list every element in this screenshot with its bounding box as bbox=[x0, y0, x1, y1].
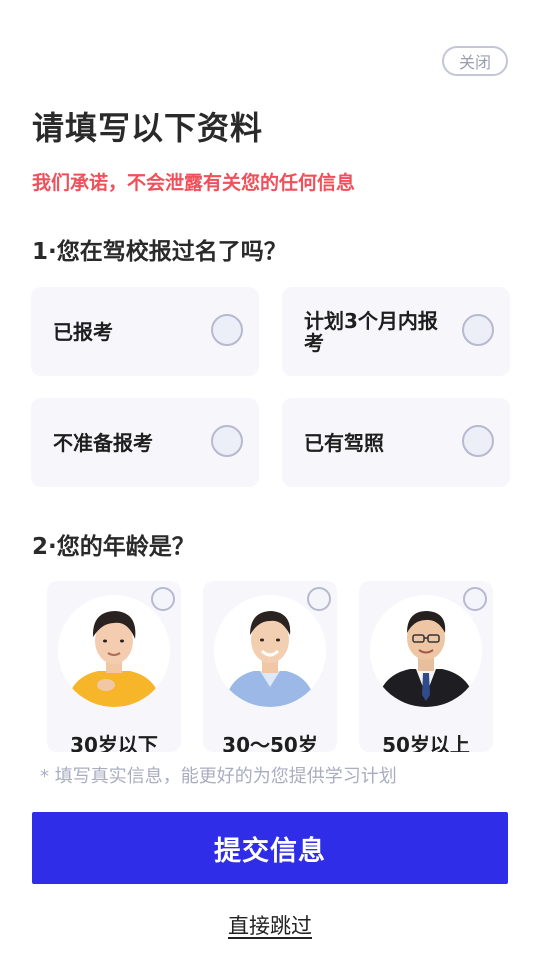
page-title: 请填写以下资料 bbox=[32, 109, 264, 147]
radio-icon[interactable] bbox=[463, 587, 487, 611]
question-2-label: 2·您的年龄是？ bbox=[32, 534, 195, 560]
option-has-license[interactable]: 已有驾照 bbox=[282, 398, 510, 487]
radio-icon[interactable] bbox=[211, 425, 243, 457]
option-label: 已有驾照 bbox=[304, 430, 384, 455]
option-registered[interactable]: 已报考 bbox=[31, 287, 259, 376]
hint-text: * 填写真实信息，能更好的为您提供学习计划 bbox=[40, 766, 397, 787]
age-option-under-30[interactable]: 30岁以下 bbox=[47, 581, 181, 752]
avatar-older-man bbox=[370, 595, 482, 707]
option-label: 不准备报考 bbox=[53, 430, 153, 455]
radio-icon[interactable] bbox=[307, 587, 331, 611]
radio-icon[interactable] bbox=[151, 587, 175, 611]
age-label: 30岁以下 bbox=[70, 733, 158, 752]
skip-link[interactable]: 直接跳过 bbox=[0, 910, 540, 940]
option-not-planning[interactable]: 不准备报考 bbox=[31, 398, 259, 487]
submit-button[interactable]: 提交信息 bbox=[32, 812, 508, 884]
age-option-over-50[interactable]: 50岁以上 bbox=[359, 581, 493, 752]
radio-icon[interactable] bbox=[462, 314, 494, 346]
age-label: 50岁以上 bbox=[382, 733, 470, 752]
close-button[interactable]: 关闭 bbox=[442, 46, 508, 76]
avatar-adult-man bbox=[214, 595, 326, 707]
privacy-promise: 我们承诺，不会泄露有关您的任何信息 bbox=[32, 172, 356, 194]
radio-icon[interactable] bbox=[462, 425, 494, 457]
option-plan-3-months[interactable]: 计划3个月内报考 bbox=[282, 287, 510, 376]
option-label: 计划3个月内报考 bbox=[304, 308, 438, 355]
radio-icon[interactable] bbox=[211, 314, 243, 346]
question-1-label: 1·您在驾校报过名了吗？ bbox=[32, 239, 287, 265]
age-label: 30～50岁 bbox=[222, 733, 318, 752]
avatar-young-man bbox=[58, 595, 170, 707]
option-label: 已报考 bbox=[53, 319, 113, 344]
age-option-30-50[interactable]: 30～50岁 bbox=[203, 581, 337, 752]
